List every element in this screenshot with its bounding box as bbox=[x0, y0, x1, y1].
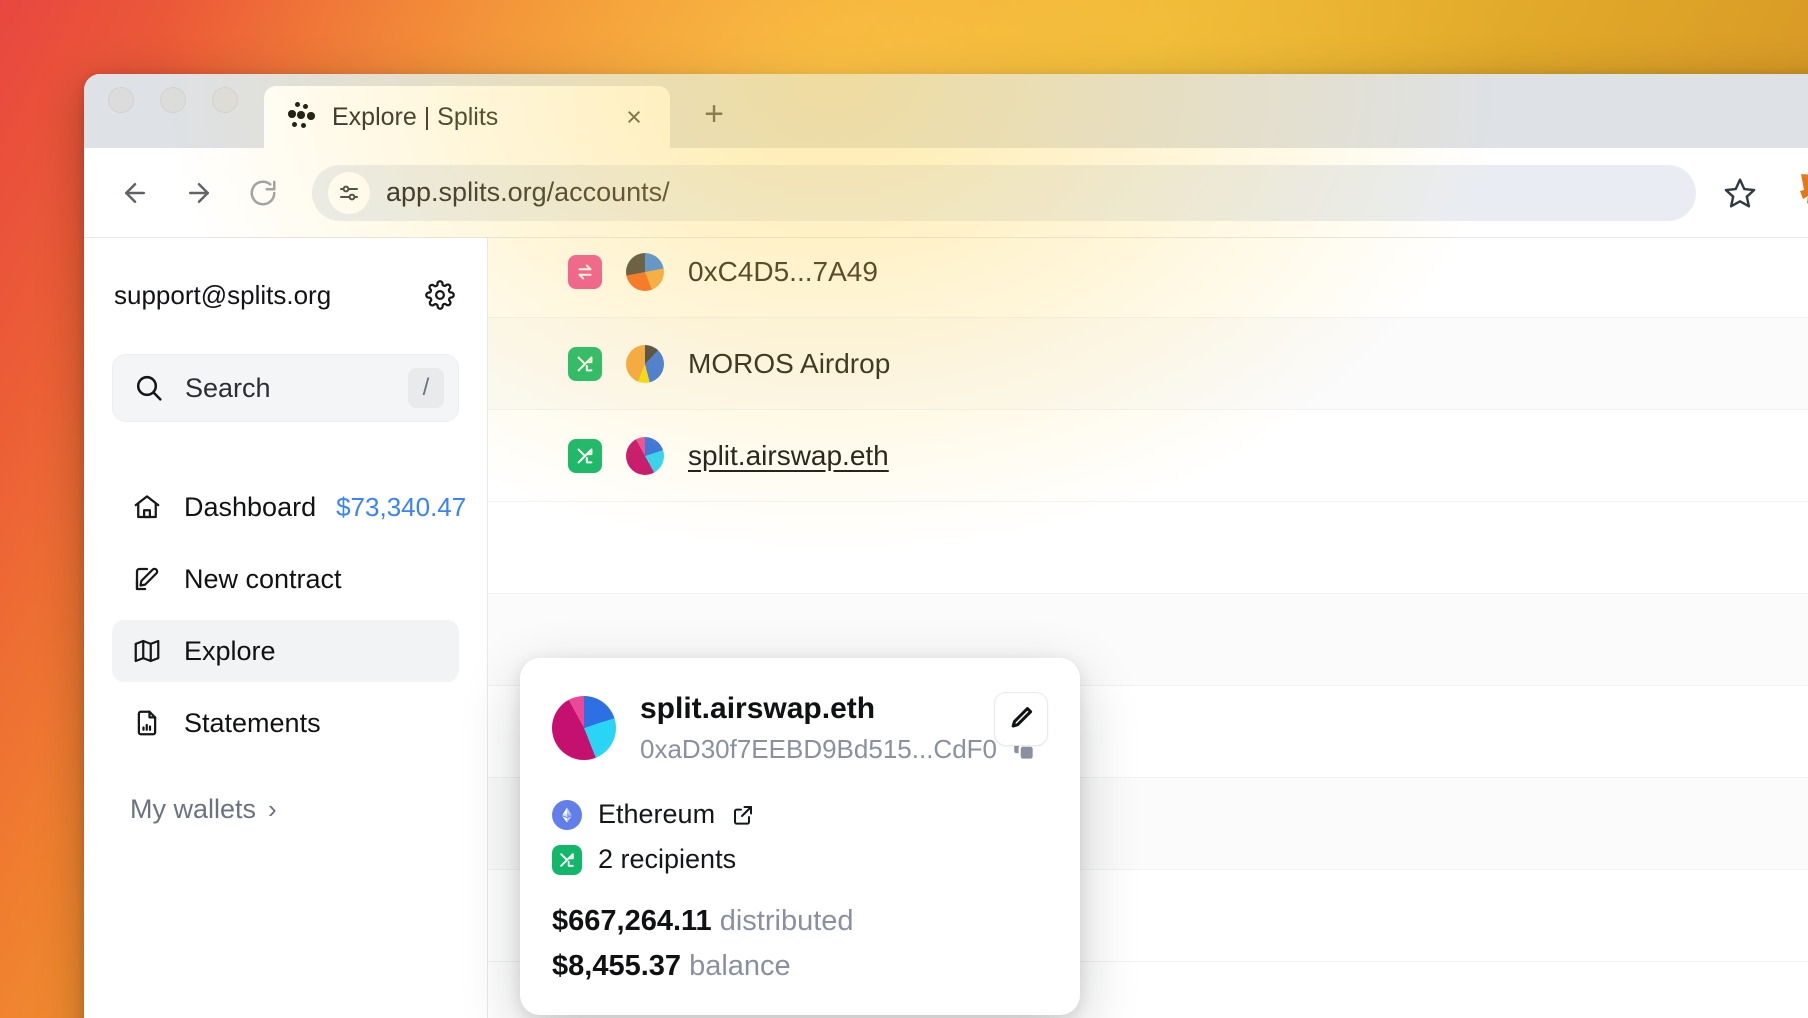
sidebar-item-explore[interactable]: Explore bbox=[112, 620, 459, 682]
pencil-square-icon bbox=[130, 562, 164, 596]
new-tab-button[interactable]: + bbox=[692, 92, 736, 136]
search-icon bbox=[113, 372, 185, 404]
avatar bbox=[552, 696, 616, 760]
browser-window: Explore | Splits × + bbox=[84, 74, 1808, 1018]
chain-row[interactable]: Ethereum bbox=[552, 799, 1048, 830]
avatar bbox=[626, 437, 664, 475]
account-row[interactable]: support@splits.org bbox=[112, 272, 459, 318]
star-outline-icon[interactable] bbox=[1712, 165, 1768, 221]
document-chart-icon bbox=[130, 706, 164, 740]
account-hover-card: split.airswap.eth 0xaD30f7EEBD9Bd515...C… bbox=[520, 658, 1080, 1015]
back-button[interactable] bbox=[108, 166, 162, 220]
external-link-icon[interactable] bbox=[731, 803, 755, 827]
search-placeholder: Search bbox=[185, 373, 408, 404]
sidebar-item-label: Statements bbox=[184, 708, 441, 739]
account-name: 0xC4D5...7A49 bbox=[688, 256, 878, 288]
gear-icon[interactable] bbox=[423, 278, 457, 312]
pencil-icon bbox=[1007, 703, 1035, 736]
table-row[interactable]: 0xC4D5...7A49 bbox=[488, 238, 1808, 318]
my-wallets-label: My wallets bbox=[130, 794, 256, 825]
split-icon bbox=[568, 439, 602, 473]
browser-toolbar: app.splits.org/accounts/ bbox=[84, 148, 1808, 238]
sidebar-item-statements[interactable]: Statements bbox=[112, 692, 459, 754]
table-row[interactable]: split.airswap.eth bbox=[488, 410, 1808, 502]
splits-dots-icon bbox=[286, 102, 316, 132]
account-name-link[interactable]: split.airswap.eth bbox=[688, 440, 889, 472]
ethereum-icon bbox=[552, 800, 582, 830]
hover-card-title: split.airswap.eth bbox=[640, 692, 970, 726]
metamask-fox-icon[interactable] bbox=[1792, 164, 1808, 222]
browser-tab-strip: Explore | Splits × + bbox=[84, 74, 1808, 148]
chevron-right-icon: › bbox=[268, 794, 277, 825]
balance-amount: $8,455.37 bbox=[552, 950, 681, 982]
sidebar-item-dashboard[interactable]: Dashboard $73,340.47 bbox=[112, 476, 459, 538]
account-name: MOROS Airdrop bbox=[688, 348, 890, 380]
sidebar: support@splits.org Search / bbox=[84, 238, 488, 1018]
recipients-count: 2 recipients bbox=[598, 844, 736, 875]
close-tab-button[interactable]: × bbox=[616, 99, 652, 135]
hover-card-header: split.airswap.eth 0xaD30f7EEBD9Bd515...C… bbox=[552, 692, 1048, 765]
site-settings-icon[interactable] bbox=[328, 172, 370, 214]
browser-tab[interactable]: Explore | Splits × bbox=[264, 86, 670, 148]
sidebar-item-label: Dashboard bbox=[184, 492, 316, 523]
forward-button[interactable] bbox=[172, 166, 226, 220]
sidebar-item-label: New contract bbox=[184, 564, 441, 595]
hover-card-meta: Ethereum 2 recipients bbox=[552, 799, 1048, 875]
maximize-window-button[interactable] bbox=[212, 87, 238, 113]
app-page: support@splits.org Search / bbox=[84, 238, 1808, 1018]
tab-title: Explore | Splits bbox=[332, 103, 600, 132]
desktop-background: Explore | Splits × + bbox=[0, 0, 1808, 1018]
home-icon bbox=[130, 490, 164, 524]
close-window-button[interactable] bbox=[108, 87, 134, 113]
account-address: 0xaD30f7EEBD9Bd515...CdF0 bbox=[640, 734, 997, 765]
edit-button[interactable] bbox=[994, 692, 1048, 746]
sidebar-item-new-contract[interactable]: New contract bbox=[112, 548, 459, 610]
sidebar-nav: Dashboard $73,340.47 New contract Ex bbox=[112, 476, 459, 754]
avatar bbox=[626, 345, 664, 383]
sidebar-item-label: Explore bbox=[184, 636, 441, 667]
hover-card-address-row[interactable]: 0xaD30f7EEBD9Bd515...CdF0 bbox=[640, 734, 970, 765]
distributed-label: distributed bbox=[720, 905, 854, 937]
dashboard-balance-value: $73,340.47 bbox=[336, 492, 466, 523]
address-bar[interactable]: app.splits.org/accounts/ bbox=[312, 165, 1696, 221]
distributed-amount-row: $667,264.11 distributed bbox=[552, 905, 1048, 938]
recipients-row: 2 recipients bbox=[552, 844, 1048, 875]
account-email: support@splits.org bbox=[114, 280, 331, 311]
swap-icon bbox=[568, 255, 602, 289]
map-icon bbox=[130, 634, 164, 668]
search-shortcut-badge: / bbox=[408, 368, 444, 408]
avatar bbox=[626, 253, 664, 291]
distributed-amount: $667,264.11 bbox=[552, 905, 712, 937]
balance-label: balance bbox=[689, 950, 791, 982]
reload-button[interactable] bbox=[236, 166, 290, 220]
my-wallets-link[interactable]: My wallets › bbox=[112, 794, 459, 825]
hover-card-amounts: $667,264.11 distributed $8,455.37 balanc… bbox=[552, 905, 1048, 983]
window-controls[interactable] bbox=[108, 74, 238, 148]
table-row[interactable]: MOROS Airdrop bbox=[488, 318, 1808, 410]
search-input[interactable]: Search / bbox=[112, 354, 459, 422]
url-text: app.splits.org/accounts/ bbox=[386, 177, 670, 208]
chain-name: Ethereum bbox=[598, 799, 715, 830]
table-row[interactable] bbox=[488, 502, 1808, 594]
split-icon bbox=[568, 347, 602, 381]
balance-amount-row: $8,455.37 balance bbox=[552, 950, 1048, 983]
minimize-window-button[interactable] bbox=[160, 87, 186, 113]
split-icon bbox=[552, 845, 582, 875]
